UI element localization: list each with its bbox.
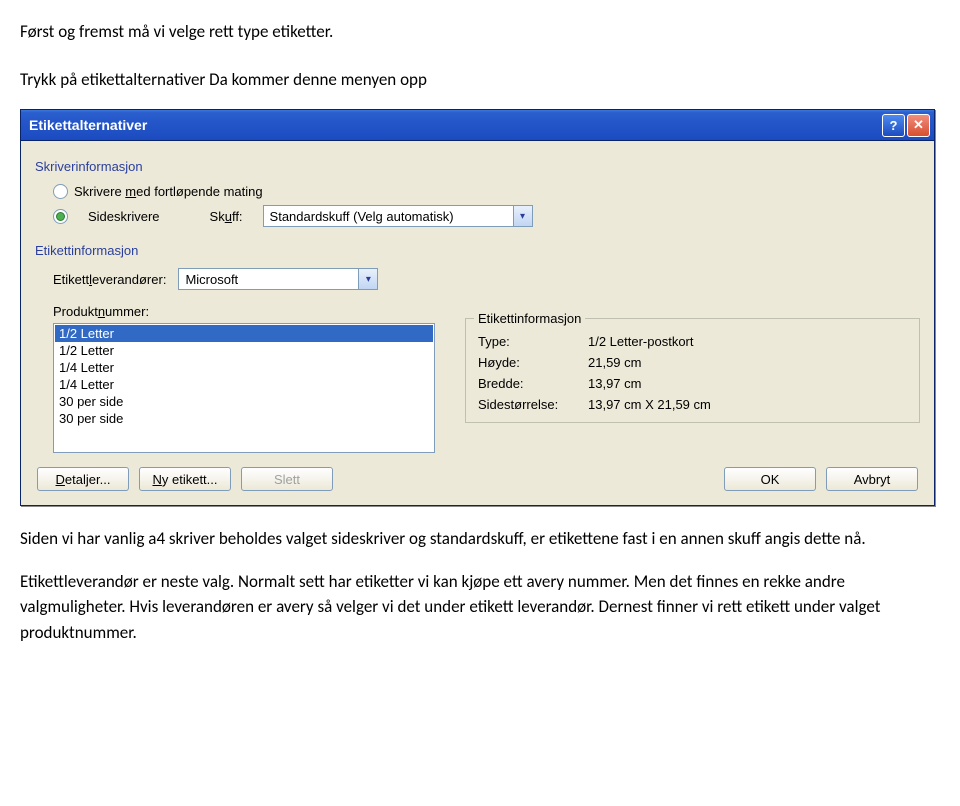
list-item[interactable]: 1/4 Letter	[55, 376, 433, 393]
width-value: 13,97 cm	[588, 376, 907, 391]
intro-paragraph: Først og fremst må vi velge rett type et…	[20, 20, 940, 91]
product-list-column: Produktnummer: 1/2 Letter 1/2 Letter 1/4…	[35, 298, 435, 453]
button-row: Detaljer... Ny etikett... Slett OK Avbry…	[35, 467, 920, 491]
after-p1: Siden vi har vanlig a4 skriver beholdes …	[20, 526, 940, 552]
details-button[interactable]: Detaljer...	[37, 467, 129, 491]
product-number-label: Produktnummer:	[53, 304, 435, 319]
titlebar: Etikettalternativer ? ✕	[21, 110, 934, 141]
dialog-body: Skriverinformasjon Skrivere med fortløpe…	[21, 141, 934, 505]
radio-page-row[interactable]: Sideskrivere Skuff: Standardskuff (Velg …	[53, 205, 920, 227]
vendor-row: Etikettleverandører: Microsoft ▾	[53, 268, 920, 290]
tray-dropdown[interactable]: Standardskuff (Velg automatisk) ▾	[263, 205, 533, 227]
chevron-down-icon[interactable]: ▾	[513, 206, 532, 226]
vendor-value: Microsoft	[185, 272, 238, 287]
after-p2: Etikettleverandør er neste valg. Normalt…	[20, 569, 940, 646]
chevron-down-icon[interactable]: ▾	[358, 269, 377, 289]
pagesize-value: 13,97 cm X 21,59 cm	[588, 397, 907, 412]
help-icon[interactable]: ?	[882, 114, 905, 137]
list-item[interactable]: 30 per side	[55, 393, 433, 410]
cancel-button[interactable]: Avbryt	[826, 467, 918, 491]
product-columns: Produktnummer: 1/2 Letter 1/2 Letter 1/4…	[35, 298, 920, 453]
radio-icon[interactable]	[53, 209, 68, 224]
list-item[interactable]: 1/2 Letter	[55, 325, 433, 342]
delete-button: Slett	[241, 467, 333, 491]
type-label: Type:	[478, 334, 588, 349]
radio-icon[interactable]	[53, 184, 68, 199]
vendor-label: Etikettleverandører:	[53, 272, 166, 287]
info-box-title: Etikettinformasjon	[474, 311, 585, 326]
list-item[interactable]: 1/4 Letter	[55, 359, 433, 376]
titlebar-buttons: ? ✕	[882, 114, 930, 137]
product-listbox[interactable]: 1/2 Letter 1/2 Letter 1/4 Letter 1/4 Let…	[53, 323, 435, 453]
radio-continuous-label: Skrivere med fortløpende mating	[74, 184, 263, 199]
after-paragraphs: Siden vi har vanlig a4 skriver beholdes …	[20, 526, 940, 645]
pagesize-label: Sidestørrelse:	[478, 397, 588, 412]
height-value: 21,59 cm	[588, 355, 907, 370]
intro-line1: Først og fremst må vi velge rett type et…	[20, 20, 940, 44]
type-value: 1/2 Letter-postkort	[588, 334, 907, 349]
close-icon[interactable]: ✕	[907, 114, 930, 137]
tray-value: Standardskuff (Velg automatisk)	[270, 209, 454, 224]
list-item[interactable]: 1/2 Letter	[55, 342, 433, 359]
new-label-button[interactable]: Ny etikett...	[139, 467, 231, 491]
label-info-column: Etikettinformasjon Type: 1/2 Letter-post…	[465, 298, 920, 453]
printer-info-section: Skriverinformasjon	[35, 159, 920, 174]
width-label: Bredde:	[478, 376, 588, 391]
height-label: Høyde:	[478, 355, 588, 370]
radio-continuous-row[interactable]: Skrivere med fortløpende mating	[53, 184, 920, 199]
dialog-title: Etikettalternativer	[29, 117, 147, 133]
label-options-dialog: Etikettalternativer ? ✕ Skriverinformasj…	[20, 109, 935, 506]
radio-page-label: Sideskrivere	[88, 209, 160, 224]
button-group-right: OK Avbryt	[724, 467, 918, 491]
button-group-left: Detaljer... Ny etikett... Slett	[37, 467, 333, 491]
ok-button[interactable]: OK	[724, 467, 816, 491]
tray-label: Skuff:	[210, 209, 243, 224]
label-info-section: Etikettinformasjon	[35, 243, 920, 258]
vendor-dropdown[interactable]: Microsoft ▾	[178, 268, 378, 290]
list-item[interactable]: 30 per side	[55, 410, 433, 427]
intro-line2: Trykk på etikettalternativer Da kommer d…	[20, 68, 940, 92]
label-info-box: Etikettinformasjon Type: 1/2 Letter-post…	[465, 318, 920, 423]
